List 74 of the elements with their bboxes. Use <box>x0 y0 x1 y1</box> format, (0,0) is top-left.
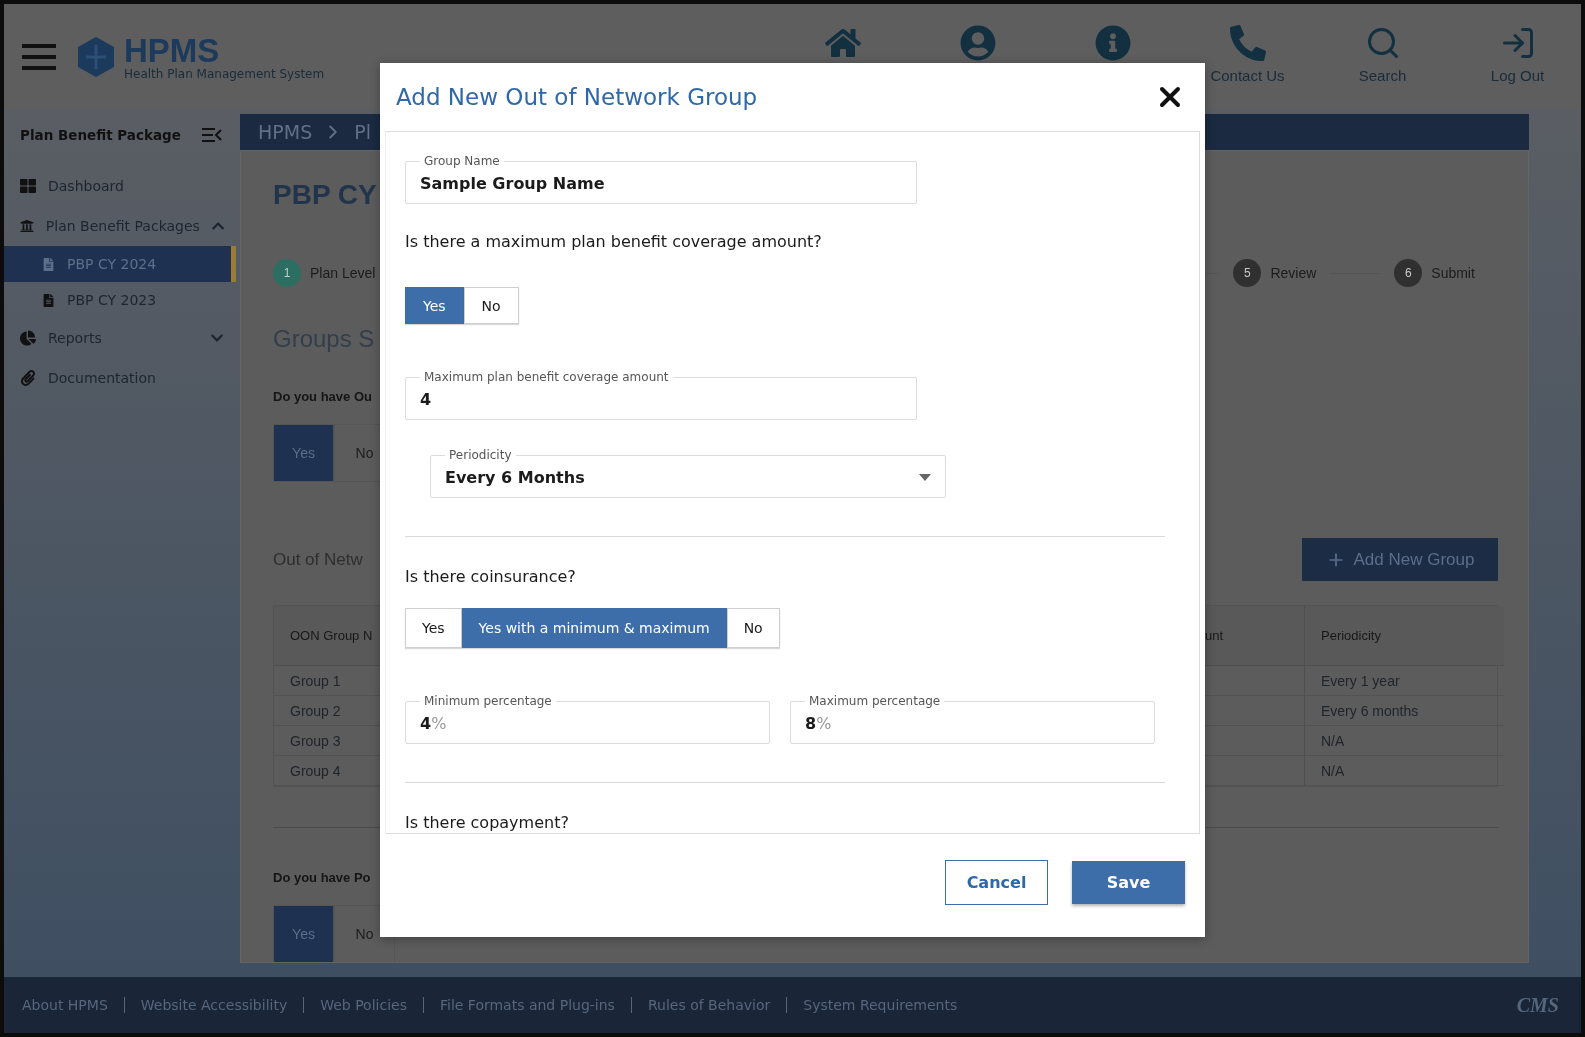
field-label: Minimum percentage <box>423 694 553 708</box>
logo-title: HPMS <box>124 33 221 67</box>
add-group-button[interactable]: Add New Group <box>1302 538 1498 581</box>
toggle-option[interactable]: Yes <box>405 608 462 648</box>
dialog-title: Add New Out of Network Group <box>396 84 758 110</box>
save-button[interactable]: Save <box>1072 861 1185 904</box>
percent-suffix: % <box>816 714 832 733</box>
nav-button[interactable]: Log Out <box>1466 25 1569 89</box>
field-value: Sample Group Name <box>420 174 605 193</box>
step-number: 1 <box>273 259 301 287</box>
toggle-option[interactable]: Yes with a minimum & maximum <box>461 608 727 648</box>
input-field[interactable]: Maximum percentage 8% <box>790 694 1155 744</box>
footer-link[interactable]: Rules of Behavior <box>630 997 787 1013</box>
footer-link[interactable]: Web Policies <box>303 997 423 1013</box>
question-text: Do you have Ou <box>273 389 372 404</box>
toggle-option[interactable]: No <box>463 287 519 324</box>
sidebar-item[interactable]: Plan Benefit Packages <box>4 206 236 246</box>
input-field[interactable]: Group Name Sample Group Name <box>405 154 917 204</box>
footer-link[interactable]: About HPMS <box>22 997 124 1013</box>
phone-icon <box>1229 25 1266 61</box>
logo-subtitle: Health Plan Management System <box>124 66 325 81</box>
cms-logo: CMS <box>1516 993 1559 1017</box>
grid-icon <box>20 178 36 194</box>
step-number: 5 <box>1233 259 1262 287</box>
field-value: 4 <box>420 390 432 409</box>
input-field[interactable]: Minimum percentage 4% <box>405 694 770 744</box>
table-cell: N/A <box>1304 726 1504 756</box>
select-value: Every 6 Months <box>445 468 585 487</box>
field-value: 8 <box>805 714 817 733</box>
nav-button[interactable]: Search <box>1331 25 1434 89</box>
logo-icon <box>78 37 114 77</box>
toggle-option[interactable]: No <box>726 608 780 648</box>
column-header: Periodicity <box>1304 606 1504 666</box>
info-icon <box>1094 25 1131 61</box>
breadcrumb-link[interactable]: HPMS <box>258 121 313 143</box>
page-title: PBP CY <box>273 179 377 212</box>
sidebar-item[interactable]: PBP CY 2024 <box>4 246 236 282</box>
question-text: Is there coinsurance? <box>405 567 577 586</box>
document-icon <box>42 293 55 307</box>
step-number: 6 <box>1394 259 1423 287</box>
cancel-button[interactable]: Cancel <box>945 860 1048 905</box>
pie-chart-icon <box>20 330 36 346</box>
step-label: Review <box>1270 265 1317 281</box>
input-field[interactable]: Maximum plan benefit coverage amount 4 <box>405 370 917 420</box>
bank-icon <box>20 218 34 234</box>
field-label: Maximum percentage <box>808 694 942 708</box>
sidebar-item[interactable]: Dashboard <box>4 166 236 206</box>
table-cell: Every 1 year <box>1304 666 1504 696</box>
toggle-option[interactable]: Yes <box>273 424 334 482</box>
step-label: Submit <box>1431 265 1475 281</box>
table-cell: Every 6 months <box>1304 696 1504 726</box>
field-label: Periodicity <box>448 448 513 462</box>
step-label: Plan Level <box>310 265 376 281</box>
footer-link[interactable]: System Requirements <box>786 997 974 1013</box>
question-text: Do you have Po <box>273 870 371 885</box>
field-label: Maximum plan benefit coverage amount <box>423 370 670 384</box>
collapse-sidebar-icon[interactable] <box>202 127 222 143</box>
sidebar-title: Plan Benefit Package <box>20 127 181 143</box>
footer-link[interactable]: Website Accessibility <box>123 997 304 1013</box>
toggle-option[interactable]: Yes <box>405 287 464 324</box>
footer-link[interactable]: File Formats and Plug-ins <box>422 997 631 1013</box>
document-icon <box>42 257 55 271</box>
nav-button[interactable]: Contact Us <box>1196 25 1299 89</box>
question-text: Is there copayment? <box>405 813 570 832</box>
breadcrumb-link[interactable]: Pl <box>354 121 371 143</box>
menu-icon[interactable] <box>22 44 56 70</box>
table-cell: N/A <box>1304 756 1504 786</box>
periodicity-select[interactable]: Periodicity Every 6 Months <box>430 448 946 498</box>
paperclip-icon <box>20 370 36 386</box>
user-icon <box>959 25 996 61</box>
field-label: Group Name <box>423 154 501 168</box>
toggle-option[interactable]: Yes <box>273 905 334 962</box>
question-text: Is there a maximum plan benefit coverage amount? <box>405 232 823 251</box>
caret-icon <box>919 474 931 481</box>
